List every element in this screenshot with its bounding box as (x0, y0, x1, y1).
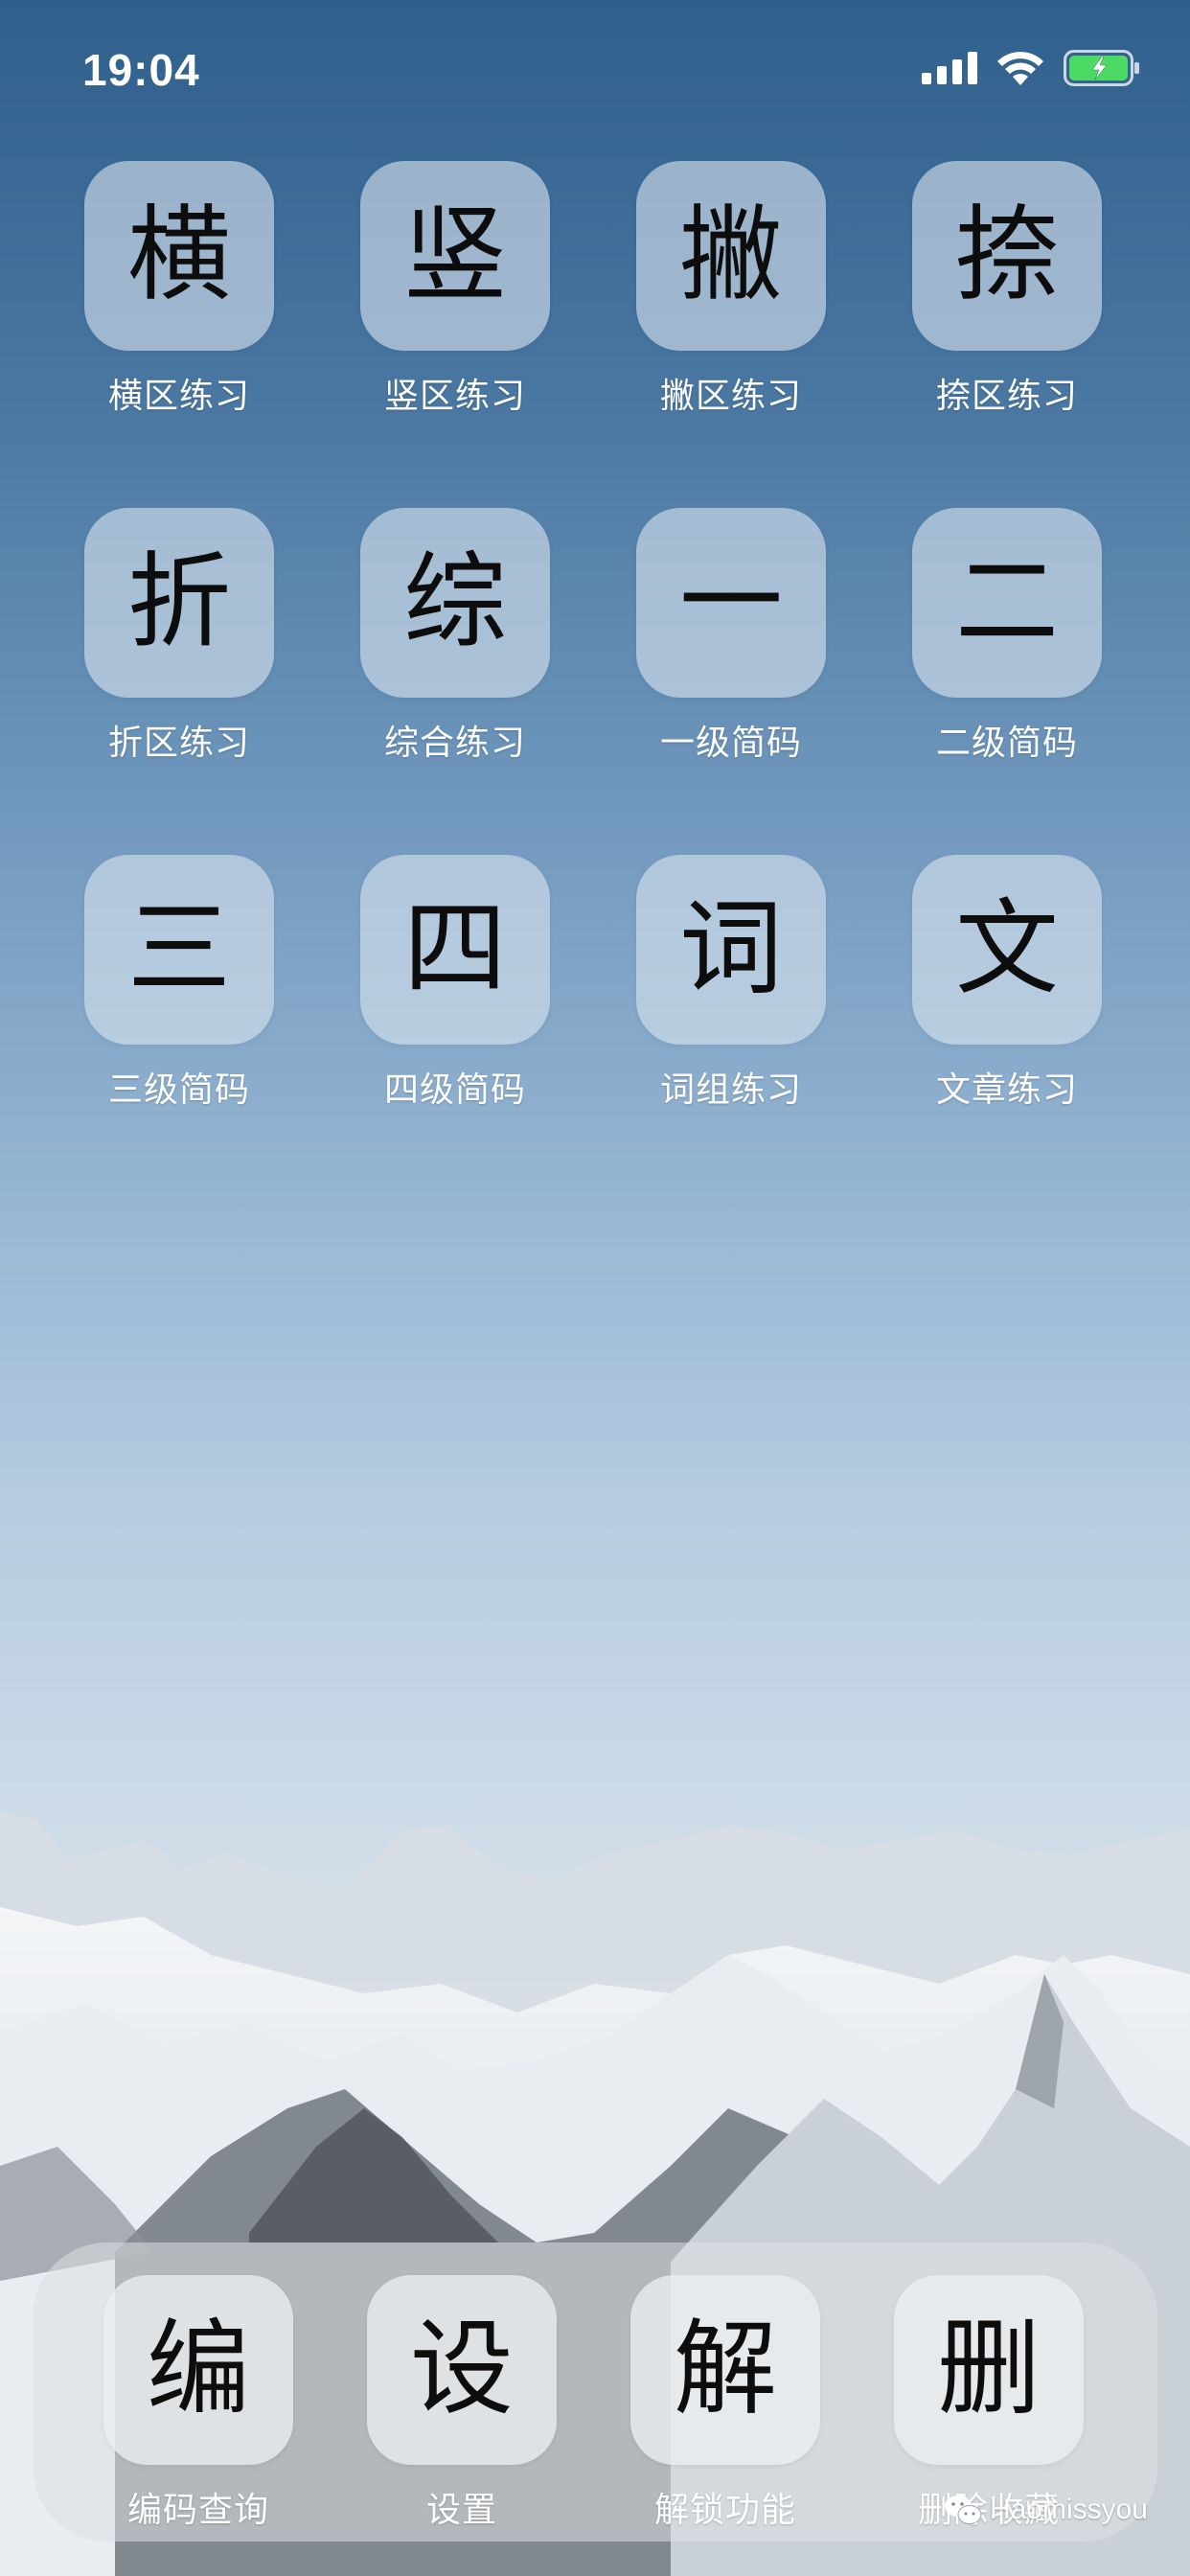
dock-app-settings[interactable]: 设 设置 (366, 2275, 558, 2532)
app-glyph: 撇 (678, 196, 783, 315)
wifi-icon (997, 52, 1043, 85)
app-icon[interactable]: 折 (84, 508, 274, 698)
app-level1-codes[interactable]: 一 一级简码 (635, 508, 827, 765)
app-heng-practice[interactable]: 横 横区练习 (83, 161, 275, 418)
wechat-icon (944, 2496, 982, 2524)
status-icons (922, 50, 1140, 86)
watermark: Haomissyou (944, 2494, 1148, 2526)
app-icon[interactable]: 竖 (360, 161, 550, 351)
app-pie-practice[interactable]: 撇 撇区练习 (635, 161, 827, 418)
app-label: 横区练习 (107, 377, 250, 416)
app-label: 撇区练习 (659, 377, 802, 416)
app-icon[interactable]: 捺 (912, 161, 1102, 351)
app-icon[interactable]: 撇 (636, 161, 826, 351)
app-icon[interactable]: 编 (103, 2275, 293, 2465)
app-shu-practice[interactable]: 竖 竖区练习 (359, 161, 551, 418)
app-glyph: 设 (409, 2310, 514, 2429)
app-glyph: 捺 (954, 196, 1059, 315)
app-label: 编码查询 (126, 2491, 269, 2530)
app-icon[interactable]: 四 (360, 855, 550, 1045)
dock-app-unlock-features[interactable]: 解 解锁功能 (629, 2275, 821, 2532)
app-glyph: 词 (678, 889, 783, 1009)
app-label: 四级简码 (383, 1070, 526, 1110)
app-label: 三级简码 (107, 1070, 250, 1110)
app-glyph: 竖 (402, 196, 507, 315)
app-glyph: 文 (954, 889, 1059, 1009)
app-label: 设置 (425, 2491, 497, 2530)
app-icon[interactable]: 二 (912, 508, 1102, 698)
app-glyph: 折 (126, 542, 231, 662)
app-level4-codes[interactable]: 四 四级简码 (359, 855, 551, 1112)
app-icon[interactable]: 横 (84, 161, 274, 351)
app-icon[interactable]: 设 (367, 2275, 557, 2465)
watermark-text: Haomissyou (989, 2494, 1148, 2525)
battery-charging-icon (1064, 50, 1139, 86)
dock-app-code-lookup[interactable]: 编 编码查询 (103, 2275, 294, 2532)
app-label: 折区练习 (107, 724, 250, 763)
app-level3-codes[interactable]: 三 三级简码 (83, 855, 275, 1112)
app-label: 解锁功能 (653, 2491, 796, 2530)
app-glyph: 解 (673, 2310, 777, 2429)
app-label: 捺区练习 (935, 377, 1078, 416)
status-time: 19:04 (82, 45, 200, 95)
app-article-practice[interactable]: 文 文章练习 (911, 855, 1103, 1112)
app-zhe-practice[interactable]: 折 折区练习 (83, 508, 275, 765)
signal-icon (922, 52, 977, 84)
app-comprehensive-practice[interactable]: 综 综合练习 (359, 508, 551, 765)
app-icon[interactable]: 综 (360, 508, 550, 698)
app-label: 综合练习 (383, 724, 526, 763)
app-label: 文章练习 (935, 1070, 1078, 1110)
app-glyph: 综 (402, 542, 507, 662)
app-glyph: 三 (126, 889, 231, 1009)
app-icon[interactable]: 一 (636, 508, 826, 698)
app-icon[interactable]: 解 (630, 2275, 820, 2465)
app-label: 竖区练习 (383, 377, 526, 416)
app-level2-codes[interactable]: 二 二级简码 (911, 508, 1103, 765)
app-glyph: 删 (936, 2310, 1041, 2429)
app-label: 词组练习 (659, 1070, 802, 1110)
app-glyph: 横 (126, 196, 231, 315)
app-glyph: 编 (146, 2310, 250, 2429)
app-icon[interactable]: 删 (894, 2275, 1084, 2465)
app-icon[interactable]: 文 (912, 855, 1102, 1045)
app-glyph: 四 (402, 889, 507, 1009)
app-na-practice[interactable]: 捺 捺区练习 (911, 161, 1103, 418)
app-phrase-practice[interactable]: 词 词组练习 (635, 855, 827, 1112)
app-glyph: 二 (954, 542, 1059, 662)
app-label: 一级简码 (659, 724, 802, 763)
app-label: 二级简码 (935, 724, 1078, 763)
app-icon[interactable]: 词 (636, 855, 826, 1045)
app-glyph: 一 (678, 542, 783, 662)
status-bar: 19:04 (0, 0, 1190, 144)
app-icon[interactable]: 三 (84, 855, 274, 1045)
